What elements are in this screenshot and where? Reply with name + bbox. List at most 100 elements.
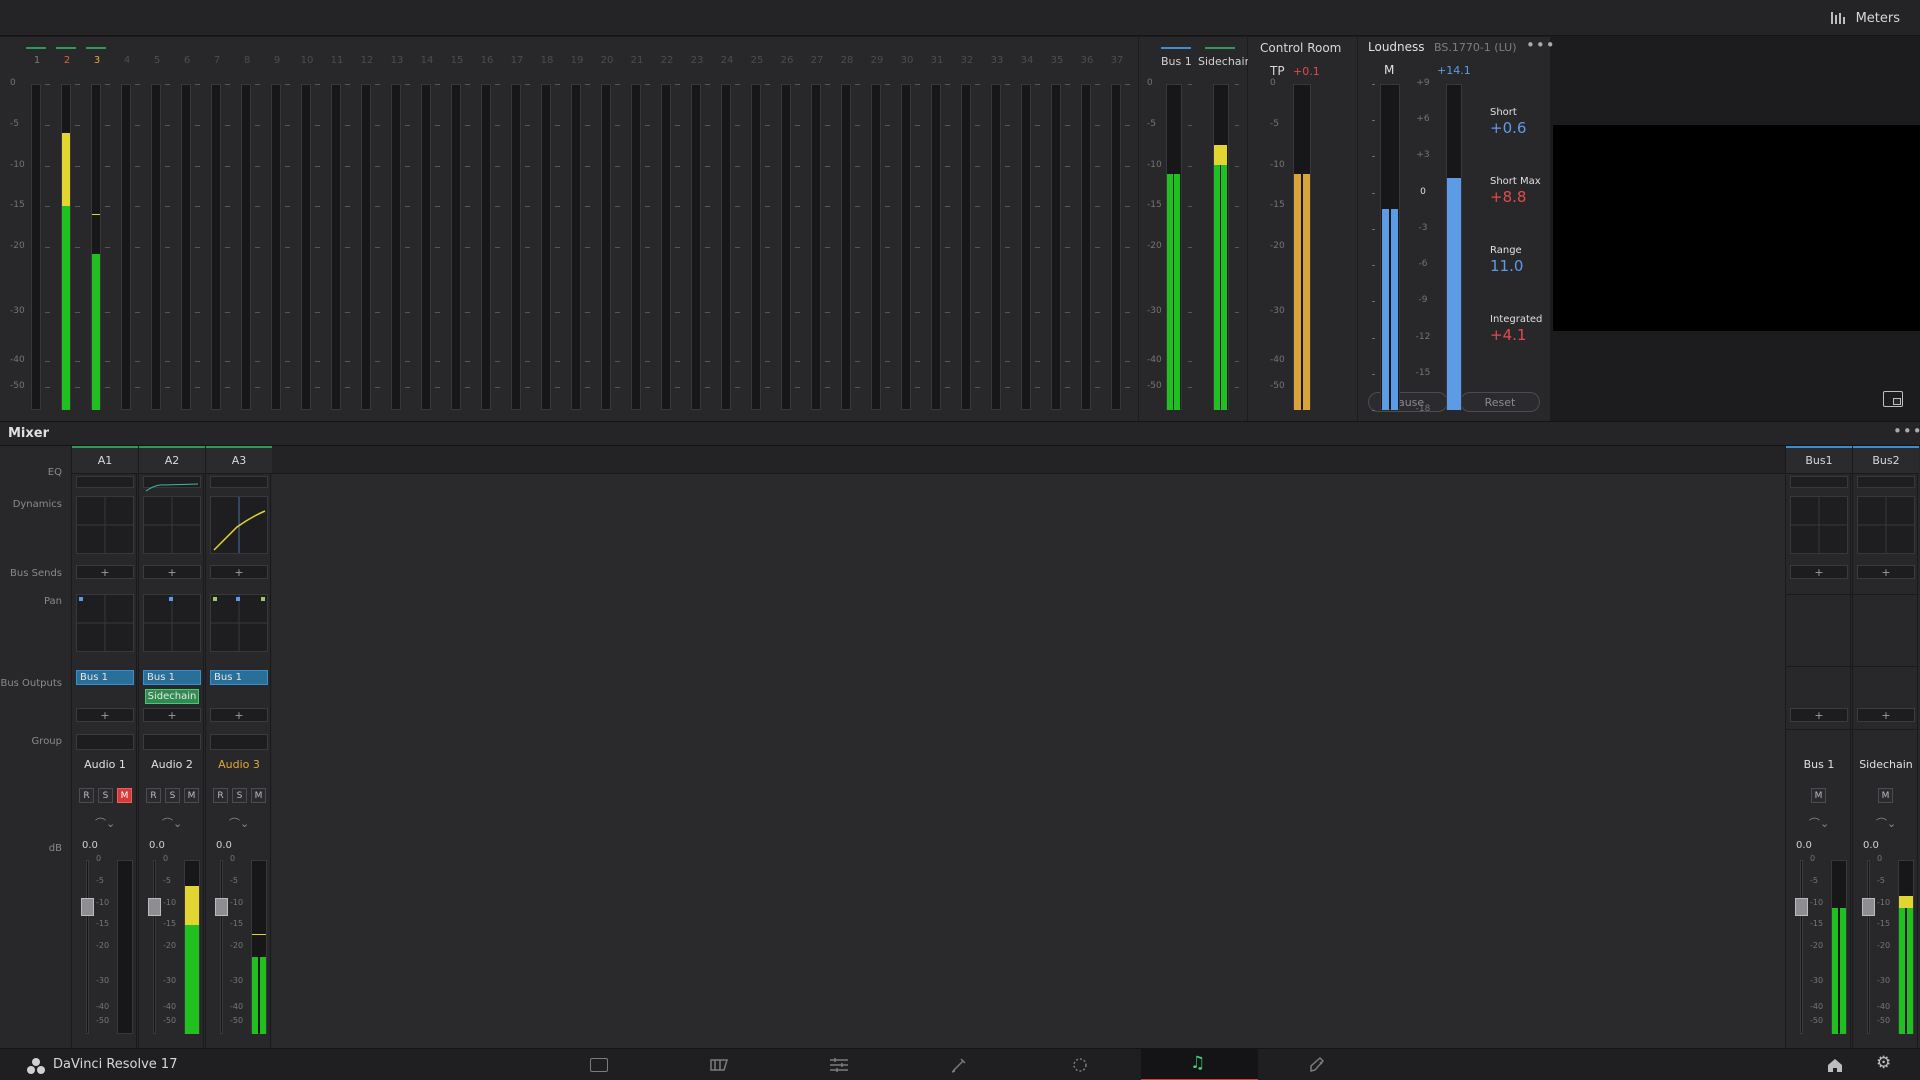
track-meter-number[interactable]: 15 bbox=[450, 55, 464, 66]
track-meter-number[interactable]: 9 bbox=[270, 55, 284, 66]
strip-header[interactable]: A2 bbox=[139, 448, 205, 474]
pan-control[interactable] bbox=[76, 594, 134, 652]
bus-mute-button[interactable]: M bbox=[1878, 788, 1893, 803]
track-solo-button[interactable]: S bbox=[165, 788, 180, 803]
track-meter-number[interactable]: 35 bbox=[1050, 55, 1064, 66]
track-mute-button[interactable]: M bbox=[117, 788, 132, 803]
track-meter-number[interactable]: 24 bbox=[720, 55, 734, 66]
bus-name[interactable]: Sidechain bbox=[1853, 758, 1919, 771]
bus-output-tag[interactable]: Bus 1 bbox=[143, 670, 201, 685]
track-meter-number[interactable]: 23 bbox=[690, 55, 704, 66]
track-meter-number[interactable]: 4 bbox=[120, 55, 134, 66]
bus-output-tag[interactable]: Bus 1 bbox=[76, 670, 134, 685]
bus-name[interactable]: Bus 1 bbox=[1786, 758, 1852, 771]
track-meter-number[interactable]: 6 bbox=[180, 55, 194, 66]
track-name[interactable]: Audio 2 bbox=[139, 758, 205, 771]
track-meter-number[interactable]: 19 bbox=[570, 55, 584, 66]
fader-knob[interactable] bbox=[215, 898, 228, 916]
track-meter-number[interactable]: 37 bbox=[1110, 55, 1124, 66]
bus-send-add-button[interactable]: + bbox=[1857, 565, 1915, 579]
track-meter-number[interactable]: 30 bbox=[900, 55, 914, 66]
eq-thumbnail[interactable] bbox=[76, 476, 134, 488]
track-meter-number[interactable]: 25 bbox=[750, 55, 764, 66]
meters-toggle-button[interactable]: Meters bbox=[1830, 8, 1900, 28]
bus-output-add-button[interactable]: + bbox=[143, 708, 201, 722]
fader-knob[interactable] bbox=[81, 898, 94, 916]
fader-track[interactable] bbox=[1800, 860, 1803, 1034]
track-solo-button[interactable]: S bbox=[232, 788, 247, 803]
track-mute-button[interactable]: M bbox=[184, 788, 199, 803]
bus-output-add-button[interactable]: + bbox=[1790, 708, 1848, 722]
track-meter-number[interactable]: 3 bbox=[90, 55, 104, 66]
pip-viewer-icon[interactable] bbox=[1883, 391, 1903, 407]
dynamics-graph[interactable] bbox=[1790, 496, 1848, 554]
track-meter-number[interactable]: 14 bbox=[420, 55, 434, 66]
bus-mute-button[interactable]: M bbox=[1811, 788, 1826, 803]
strip-header[interactable]: A3 bbox=[206, 448, 272, 474]
track-meter-number[interactable]: 5 bbox=[150, 55, 164, 66]
group-field[interactable] bbox=[76, 734, 134, 750]
eq-thumbnail[interactable] bbox=[1790, 476, 1848, 488]
track-mute-button[interactable]: M bbox=[251, 788, 266, 803]
strip-header[interactable]: Bus2 bbox=[1853, 448, 1919, 474]
bus-send-add-button[interactable]: + bbox=[210, 565, 268, 579]
track-meter-number[interactable]: 22 bbox=[660, 55, 674, 66]
track-meter-number[interactable]: 29 bbox=[870, 55, 884, 66]
bus-send-add-button[interactable]: + bbox=[1790, 565, 1848, 579]
automation-icon[interactable]: ⌒⌄ bbox=[95, 815, 115, 831]
eq-thumbnail[interactable] bbox=[210, 476, 268, 488]
loudness-options-icon[interactable]: ••• bbox=[1526, 36, 1556, 54]
automation-icon[interactable]: ⌒⌄ bbox=[162, 815, 182, 831]
home-icon[interactable] bbox=[1826, 1057, 1844, 1073]
fader-knob[interactable] bbox=[1795, 898, 1808, 916]
media-page-icon[interactable] bbox=[590, 1058, 608, 1072]
strip-header[interactable]: A1 bbox=[72, 448, 138, 474]
color-page-icon[interactable] bbox=[1070, 1056, 1090, 1074]
bus-output-add-button[interactable]: + bbox=[1857, 708, 1915, 722]
track-record-button[interactable]: R bbox=[213, 788, 228, 803]
bus-output-add-button[interactable]: + bbox=[210, 708, 268, 722]
mixer-options-icon[interactable]: ••• bbox=[1893, 422, 1920, 440]
track-meter-number[interactable]: 2 bbox=[60, 55, 74, 66]
dynamics-graph[interactable] bbox=[210, 496, 268, 554]
dynamics-graph[interactable] bbox=[76, 496, 134, 554]
track-meter-number[interactable]: 36 bbox=[1080, 55, 1094, 66]
bus-output-add-button[interactable]: + bbox=[76, 708, 134, 722]
bus-send-add-button[interactable]: + bbox=[76, 565, 134, 579]
cut-page-icon[interactable] bbox=[708, 1057, 732, 1073]
track-record-button[interactable]: R bbox=[146, 788, 161, 803]
track-meter-number[interactable]: 33 bbox=[990, 55, 1004, 66]
track-meter-number[interactable]: 1 bbox=[30, 55, 44, 66]
dynamics-graph[interactable] bbox=[1857, 496, 1915, 554]
automation-icon[interactable]: ⌒⌄ bbox=[1809, 815, 1829, 831]
dynamics-graph[interactable] bbox=[143, 496, 201, 554]
edit-page-icon[interactable] bbox=[828, 1057, 850, 1073]
track-name[interactable]: Audio 1 bbox=[72, 758, 138, 771]
track-meter-number[interactable]: 34 bbox=[1020, 55, 1034, 66]
track-meter-number[interactable]: 16 bbox=[480, 55, 494, 66]
track-meter-number[interactable]: 7 bbox=[210, 55, 224, 66]
track-meter-number[interactable]: 31 bbox=[930, 55, 944, 66]
track-meter-number[interactable]: 18 bbox=[540, 55, 554, 66]
group-field[interactable] bbox=[210, 734, 268, 750]
bus-output-tag[interactable]: Bus 1 bbox=[210, 670, 268, 685]
fader-track[interactable] bbox=[220, 860, 223, 1034]
fader-track[interactable] bbox=[153, 860, 156, 1034]
bus-output-tag[interactable]: Sidechain bbox=[145, 689, 199, 704]
bus-send-add-button[interactable]: + bbox=[143, 565, 201, 579]
track-meter-number[interactable]: 21 bbox=[630, 55, 644, 66]
pan-control[interactable] bbox=[210, 594, 268, 652]
track-meter-number[interactable]: 28 bbox=[840, 55, 854, 66]
fader-track[interactable] bbox=[1867, 860, 1870, 1034]
fairlight-page-tab-active[interactable]: ♫ bbox=[1141, 1049, 1258, 1080]
track-meter-number[interactable]: 12 bbox=[360, 55, 374, 66]
eq-thumbnail[interactable] bbox=[143, 476, 201, 492]
track-meter-number[interactable]: 13 bbox=[390, 55, 404, 66]
track-solo-button[interactable]: S bbox=[98, 788, 113, 803]
track-meter-number[interactable]: 27 bbox=[810, 55, 824, 66]
track-meter-number[interactable]: 11 bbox=[330, 55, 344, 66]
reset-button[interactable]: Reset bbox=[1460, 392, 1540, 412]
fader-knob[interactable] bbox=[1862, 898, 1875, 916]
group-field[interactable] bbox=[143, 734, 201, 750]
fusion-page-icon[interactable] bbox=[950, 1056, 970, 1074]
